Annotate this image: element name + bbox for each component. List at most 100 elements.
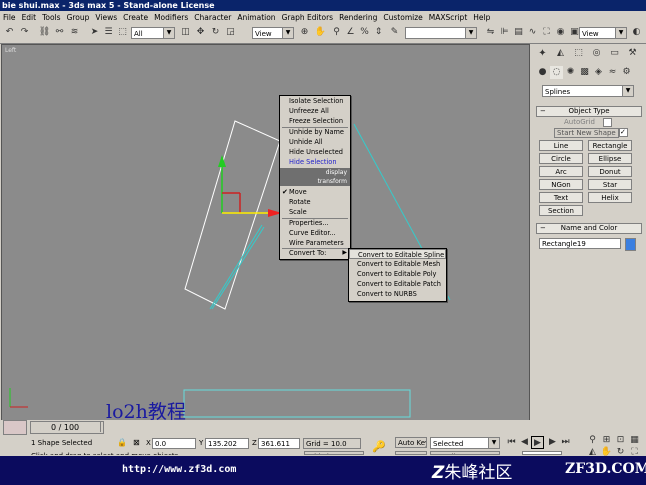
render-type-dropdown[interactable]: View ▼: [579, 27, 627, 39]
set-key-icon[interactable]: 🔑: [372, 440, 386, 453]
helpers-icon[interactable]: ◈: [592, 66, 605, 79]
menu-tools[interactable]: Tools: [39, 11, 63, 24]
ctx-freeze-selection[interactable]: Freeze Selection: [280, 116, 350, 126]
y-coordinate-input[interactable]: 135.202: [205, 438, 249, 449]
menu-group[interactable]: Group: [64, 11, 93, 24]
menu-file[interactable]: File: [0, 11, 19, 24]
ctx-unfreeze-all[interactable]: Unfreeze All: [280, 106, 350, 116]
ctx-curve-editor[interactable]: Curve Editor...: [280, 228, 350, 238]
lights-icon[interactable]: ✺: [564, 66, 577, 79]
align-icon[interactable]: ⊫: [498, 26, 511, 39]
snap-toggle-icon[interactable]: ⚲: [330, 26, 343, 39]
menu-edit[interactable]: Edit: [19, 11, 40, 24]
motion-tab-icon[interactable]: ◎: [590, 47, 603, 60]
timeline-slider[interactable]: 0 / 100: [30, 421, 104, 434]
ctx-hide-unselected[interactable]: Hide Unselected: [280, 147, 350, 157]
material-editor-icon[interactable]: ◉: [554, 26, 567, 39]
shapes-icon[interactable]: ◌: [550, 66, 563, 79]
menu-graph-editors[interactable]: Graph Editors: [279, 11, 337, 24]
absolute-mode-icon[interactable]: ⊠: [133, 438, 140, 447]
donut-button[interactable]: Donut: [588, 166, 632, 177]
layer-manager-icon[interactable]: ▤: [512, 26, 525, 39]
curve-editor-icon[interactable]: ∿: [526, 26, 539, 39]
menu-create[interactable]: Create: [120, 11, 151, 24]
start-new-shape-checkbox[interactable]: ✓: [619, 128, 628, 137]
object-type-rollout-header[interactable]: − Object Type: [536, 106, 642, 117]
set-key-button[interactable]: Set Key: [395, 451, 427, 455]
ctx-convert-editable-poly[interactable]: Convert to Editable Poly: [349, 269, 446, 279]
previous-frame-icon[interactable]: ◀: [518, 436, 531, 449]
menu-customize[interactable]: Customize: [380, 11, 425, 24]
select-object-icon[interactable]: ➤: [88, 26, 101, 39]
object-color-swatch[interactable]: [625, 238, 636, 251]
utilities-tab-icon[interactable]: ⚒: [626, 47, 639, 60]
ctx-convert-editable-patch[interactable]: Convert to Editable Patch: [349, 279, 446, 289]
select-and-rotate-icon[interactable]: ↻: [209, 26, 222, 39]
display-tab-icon[interactable]: ▭: [608, 47, 621, 60]
undo-icon[interactable]: ↶: [3, 26, 16, 39]
menu-rendering[interactable]: Rendering: [336, 11, 380, 24]
z-coordinate-input[interactable]: 361.611: [258, 438, 300, 449]
create-tab-icon[interactable]: ✦: [536, 47, 549, 60]
ctx-scale[interactable]: Scale: [280, 207, 350, 217]
lock-selection-icon[interactable]: 🔒: [117, 438, 127, 447]
select-manipulate-icon[interactable]: ✋: [314, 26, 327, 39]
systems-icon[interactable]: ⚙: [620, 66, 633, 79]
named-selection-sets-dropdown[interactable]: ▼: [405, 27, 477, 39]
autogrid-checkbox[interactable]: [603, 118, 612, 127]
x-coordinate-input[interactable]: 0.0: [152, 438, 196, 449]
unlink-icon[interactable]: ⚯: [53, 26, 66, 39]
go-to-start-icon[interactable]: ⏮: [505, 436, 518, 449]
next-frame-icon[interactable]: ▶: [546, 436, 559, 449]
hierarchy-tab-icon[interactable]: ⬚: [572, 47, 585, 60]
ellipse-button[interactable]: Ellipse: [588, 153, 632, 164]
space-warps-icon[interactable]: ≈: [606, 66, 619, 79]
angle-snap-icon[interactable]: ∠: [344, 26, 357, 39]
ctx-unhide-by-name[interactable]: Unhide by Name: [280, 127, 350, 137]
ctx-convert-editable-mesh[interactable]: Convert to Editable Mesh: [349, 259, 446, 269]
ctx-unhide-all[interactable]: Unhide All: [280, 137, 350, 147]
auto-key-button[interactable]: Auto Key: [395, 437, 427, 448]
star-button[interactable]: Star: [588, 179, 632, 190]
object-name-input[interactable]: Rectangle19: [539, 238, 621, 249]
ctx-convert-to[interactable]: Convert To:: [280, 248, 350, 258]
ctx-convert-editable-spline[interactable]: Convert to Editable Spline: [349, 249, 446, 259]
text-button[interactable]: Text: [539, 192, 583, 203]
add-time-tag[interactable]: Add Time Tag: [304, 451, 364, 455]
select-and-scale-icon[interactable]: ◲: [224, 26, 237, 39]
section-button[interactable]: Section: [539, 205, 583, 216]
mirror-icon[interactable]: ⇋: [484, 26, 497, 39]
ctx-isolate-selection[interactable]: Isolate Selection: [280, 96, 350, 106]
key-filters-button[interactable]: Key Filters...: [430, 451, 500, 455]
selection-filter-dropdown[interactable]: All ▼: [131, 27, 175, 39]
pivot-center-icon[interactable]: ⊕: [298, 26, 311, 39]
key-mode-dropdown[interactable]: Selected ▼: [430, 437, 500, 449]
schematic-view-icon[interactable]: ⛶: [540, 26, 553, 39]
select-by-name-icon[interactable]: ☰: [102, 26, 115, 39]
bind-space-warp-icon[interactable]: ≋: [68, 26, 81, 39]
go-to-end-icon[interactable]: ⏭: [559, 436, 572, 449]
line-button[interactable]: Line: [539, 140, 583, 151]
maxscript-listener-mini[interactable]: [3, 420, 27, 435]
menu-help[interactable]: Help: [470, 11, 493, 24]
viewport-left[interactable]: Left lo2h教程 Isolate Selection Unfreeze A…: [1, 44, 530, 421]
menu-modifiers[interactable]: Modifiers: [151, 11, 191, 24]
menu-character[interactable]: Character: [191, 11, 234, 24]
rectangle-button[interactable]: Rectangle: [588, 140, 632, 151]
select-and-move-icon[interactable]: ✥: [194, 26, 207, 39]
ctx-move[interactable]: Move: [280, 187, 350, 197]
redo-icon[interactable]: ↷: [18, 26, 31, 39]
ctx-convert-nurbs[interactable]: Convert to NURBS: [349, 289, 446, 299]
region-select-icon[interactable]: ⬚: [116, 26, 129, 39]
ctx-hide-selection[interactable]: Hide Selection: [280, 157, 350, 167]
current-frame-input[interactable]: 0: [522, 451, 562, 455]
quick-render-icon[interactable]: ◐: [630, 26, 643, 39]
modify-tab-icon[interactable]: ◭: [554, 47, 567, 60]
menu-animation[interactable]: Animation: [234, 11, 278, 24]
category-dropdown[interactable]: Splines ▼: [542, 85, 634, 97]
geometry-icon[interactable]: ●: [536, 66, 549, 79]
menu-views[interactable]: Views: [92, 11, 120, 24]
ctx-wire-parameters[interactable]: Wire Parameters: [280, 238, 350, 248]
menu-maxscript[interactable]: MAXScript: [426, 11, 471, 24]
ctx-properties[interactable]: Properties...: [280, 218, 350, 228]
